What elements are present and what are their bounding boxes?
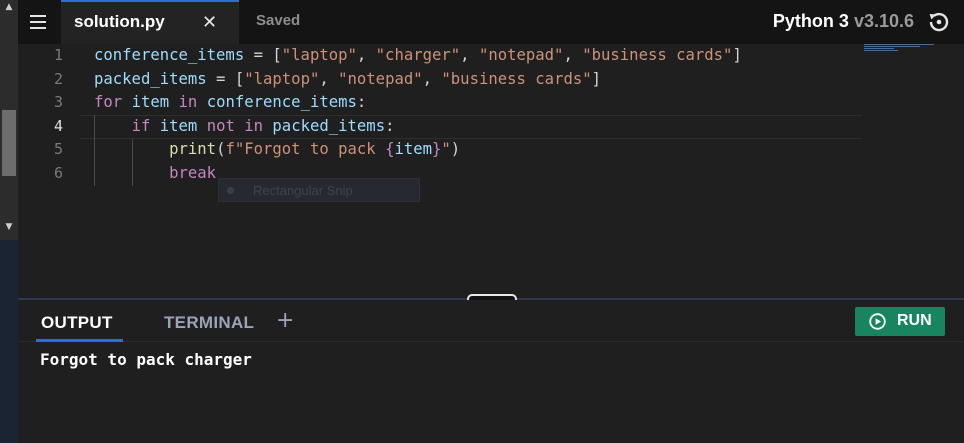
- code-token: not: [206, 116, 235, 135]
- save-status: Saved: [256, 12, 301, 29]
- code-token: in: [244, 116, 264, 135]
- code-token: ): [450, 140, 461, 158]
- language-indicator: Python 3 v3.10.6: [773, 11, 914, 32]
- scrollbar-thumb[interactable]: [2, 110, 16, 176]
- line-number: 3: [53, 93, 63, 111]
- scroll-up-arrow-icon[interactable]: ▲: [2, 2, 16, 12]
- code-token: break: [169, 163, 217, 182]
- tab-output[interactable]: OUTPUT: [41, 313, 113, 333]
- line-number-gutter: 1 2 3 4 5 6: [18, 44, 80, 298]
- line-number: 2: [53, 69, 63, 88]
- code-token: conference_items: [94, 46, 245, 64]
- console-output: Forgot to pack charger: [40, 350, 252, 369]
- code-token: ]: [732, 46, 742, 64]
- tab-terminal[interactable]: TERMINAL: [164, 313, 254, 333]
- snip-dot-icon: [227, 187, 234, 194]
- language-version: v3.10.6: [853, 11, 914, 31]
- code-token: conference_items: [206, 93, 357, 111]
- minimap[interactable]: [864, 44, 944, 52]
- code-line[interactable]: print(f"Forgot to pack {item}"): [94, 138, 460, 162]
- snip-tooltip: Rectangular Snip: [218, 178, 420, 202]
- left-strip: ▲ ▼: [0, 0, 18, 443]
- run-button[interactable]: RUN: [855, 307, 945, 336]
- code-line[interactable]: break: [94, 162, 216, 186]
- code-token: ,: [422, 69, 442, 88]
- code-token: print: [169, 140, 217, 158]
- line-number: 5: [53, 140, 63, 158]
- code-token: :: [356, 93, 367, 111]
- close-icon[interactable]: ✕: [202, 12, 217, 34]
- code-token: ,: [563, 46, 583, 64]
- active-tab-indicator: [36, 339, 123, 342]
- history-icon[interactable]: [926, 9, 952, 35]
- file-tab[interactable]: solution.py ✕: [61, 0, 239, 44]
- code-token: "notepad": [338, 69, 423, 88]
- code-token: ]: [591, 69, 602, 88]
- code-token: in: [178, 93, 198, 111]
- code-token: packed_items: [272, 116, 386, 135]
- code-token: = [: [244, 46, 282, 64]
- scroll-down-arrow-icon[interactable]: ▼: [2, 222, 16, 232]
- line-number: 6: [53, 163, 63, 182]
- code-token: }: [432, 140, 442, 158]
- code-token: ": [441, 140, 451, 158]
- code-token: item: [131, 93, 170, 111]
- snip-tooltip-label: Rectangular Snip: [253, 183, 353, 198]
- output-panel: OUTPUT TERMINAL + RUN Forgot to pack cha…: [18, 300, 964, 443]
- code-token: "charger": [375, 46, 461, 64]
- file-tab-label: solution.py: [74, 12, 165, 31]
- code-line[interactable]: for item in conference_items:: [94, 91, 366, 115]
- code-token: "business cards": [582, 46, 733, 64]
- code-token: "laptop": [281, 46, 357, 64]
- code-token: item: [159, 116, 198, 135]
- code-token: ,: [356, 46, 376, 64]
- panel-tabs: OUTPUT TERMINAL + RUN: [18, 300, 964, 342]
- code-token: = [: [206, 69, 245, 88]
- code-token: if: [131, 116, 151, 135]
- top-bar: solution.py ✕ Saved Python 3 v3.10.6: [18, 0, 964, 44]
- add-tab-icon[interactable]: +: [276, 309, 294, 333]
- language-name: Python 3: [772, 11, 849, 31]
- code-line[interactable]: conference_items = ["laptop", "charger",…: [94, 44, 742, 68]
- hamburger-menu-icon[interactable]: [28, 12, 48, 32]
- editor-scrollbar[interactable]: ▲ ▼: [0, 0, 18, 240]
- code-token: ,: [319, 69, 339, 88]
- run-button-label: RUN: [897, 312, 932, 329]
- code-editor[interactable]: 123456 conference_items = ["laptop", "ch…: [18, 44, 964, 298]
- code-token: f"Forgot to pack: [225, 140, 386, 158]
- code-token: for: [94, 93, 123, 111]
- code-token: "laptop": [244, 69, 320, 88]
- code-token: "business cards": [441, 69, 592, 88]
- code-token: :: [385, 116, 395, 135]
- code-token: "notepad": [478, 46, 564, 64]
- line-number: 1: [53, 46, 63, 64]
- code-token: item: [394, 140, 433, 158]
- code-line[interactable]: if item not in packed_items:: [94, 115, 395, 139]
- code-token: ,: [460, 46, 479, 64]
- code-token: packed_items: [94, 69, 207, 88]
- line-number: 4: [53, 116, 63, 135]
- code-line[interactable]: packed_items = ["laptop", "notepad", "bu…: [94, 68, 601, 92]
- play-circle-icon: [869, 313, 886, 330]
